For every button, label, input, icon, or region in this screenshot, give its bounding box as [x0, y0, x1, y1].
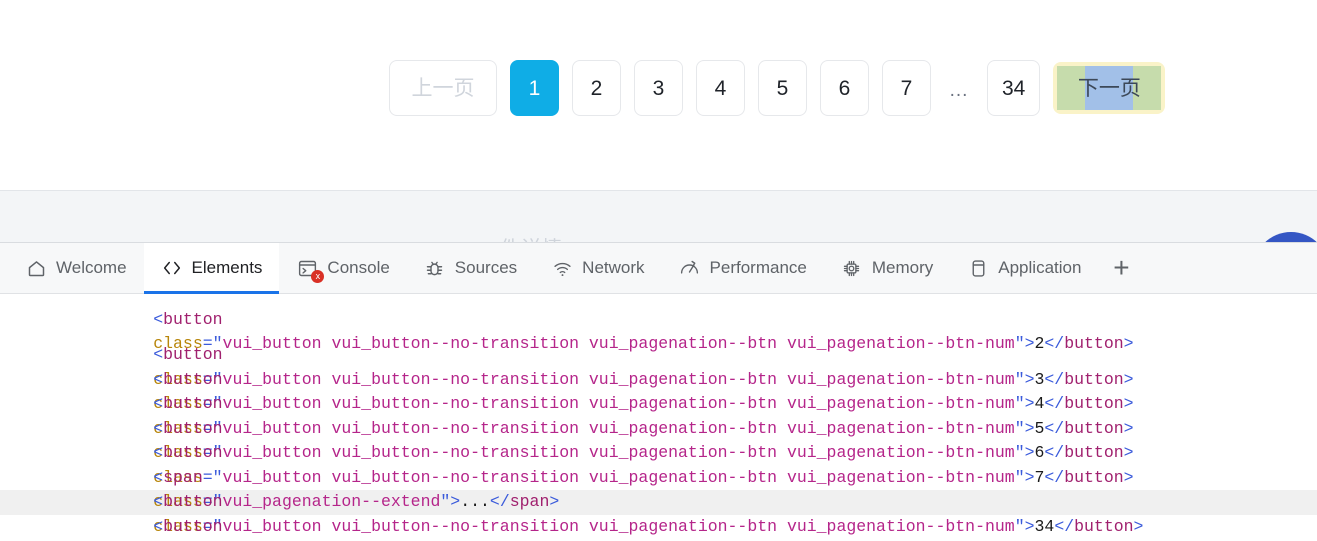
dom-text-1: 3	[1034, 369, 1045, 389]
dom-attr-name-0: class	[153, 334, 203, 353]
tab-memory[interactable]: Memory	[824, 243, 950, 293]
pagination-page-3-button[interactable]: 3	[634, 60, 683, 116]
dom-text-0: 2	[1034, 334, 1045, 353]
tab-network-label: Network	[582, 258, 645, 277]
tab-welcome-label: Welcome	[56, 258, 127, 277]
pagination-page-6-button[interactable]: 6	[820, 60, 869, 116]
tab-memory-label: Memory	[871, 258, 934, 277]
dom-text-3: 5	[1034, 418, 1045, 438]
tab-performance-label: Performance	[709, 258, 807, 277]
tab-application[interactable]: Application	[950, 243, 1098, 293]
pagination-page-5-button[interactable]: 5	[758, 60, 807, 116]
dom-attr-value-7: vui_button vui_button--no-transition vui…	[222, 516, 1015, 536]
dom-attr-value-6: vui_pagenation--extend	[222, 492, 441, 511]
dom-line-clipped[interactable]: <button class="vui_button vui_button--no…	[0, 294, 1317, 354]
tab-performance[interactable]: Performance	[662, 243, 824, 293]
pagination-ellipsis[interactable]: ...	[944, 60, 974, 116]
chip-icon	[841, 257, 863, 279]
devtools-tab-bar: Welcome Elements x Console Sources Netwo…	[0, 243, 1317, 294]
tab-application-label: Application	[998, 258, 1082, 277]
pagination-prev-button[interactable]: 上一页	[389, 60, 497, 116]
dom-attr-value-4: vui_button vui_button--no-transition vui…	[222, 443, 1015, 462]
dom-attr-value-3: vui_button vui_button--no-transition vui…	[222, 418, 1015, 438]
dom-attr-value-2: vui_button vui_button--no-transition vui…	[222, 394, 1015, 413]
pagination-next-button[interactable]: 下一页	[1053, 62, 1166, 114]
add-panel-button[interactable]: +	[1098, 243, 1144, 293]
tab-sources-label: Sources	[454, 258, 518, 277]
pagination-control: 上一页 1 2 3 4 5 6 7 ... 34 下一页	[389, 60, 1166, 116]
pagination-next-label: 下一页	[1077, 76, 1141, 100]
dom-text-6: ...	[460, 492, 490, 511]
tab-console[interactable]: x Console	[279, 243, 406, 293]
console-error-badge: x	[311, 270, 325, 283]
page-bottom-strip	[0, 190, 1317, 242]
tab-sources[interactable]: Sources	[407, 243, 534, 293]
tab-console-label: Console	[327, 258, 390, 277]
code-icon	[161, 257, 183, 279]
pagination-last-page-button[interactable]: 34	[987, 60, 1041, 116]
pagination-page-2-button[interactable]: 2	[572, 60, 621, 116]
dom-attr-value-1: vui_button vui_button--no-transition vui…	[222, 369, 1015, 389]
console-icon: x	[296, 257, 325, 283]
dom-text-7: 34	[1034, 516, 1055, 536]
pagination-page-7-button[interactable]: 7	[882, 60, 931, 116]
application-icon	[967, 257, 989, 279]
wifi-icon	[551, 257, 573, 279]
bug-icon	[424, 257, 446, 279]
tab-elements[interactable]: Elements	[143, 243, 280, 294]
dom-text-2: 4	[1034, 394, 1045, 413]
dom-text-5: 7	[1034, 467, 1045, 487]
web-page-viewport: 上一页 1 2 3 4 5 6 7 ... 34 下一页	[0, 0, 1317, 190]
screen-root: 上一页 1 2 3 4 5 6 7 ... 34 下一页 件详情	[0, 0, 1317, 541]
devtools-panel: Welcome Elements x Console Sources Netwo…	[0, 242, 1317, 541]
tab-welcome[interactable]: Welcome	[8, 243, 144, 293]
pagination-page-4-button[interactable]: 4	[696, 60, 745, 116]
dom-text-4: 6	[1034, 443, 1045, 462]
dom-attr-value-0: vui_button vui_button--no-transition vui…	[222, 334, 1015, 353]
tab-elements-label: Elements	[191, 258, 263, 277]
gauge-icon	[679, 257, 701, 279]
elements-dom-tree[interactable]: <button class="vui_button vui_button--no…	[0, 294, 1317, 541]
home-icon	[25, 257, 47, 279]
pagination-page-1-button[interactable]: 1	[510, 60, 559, 116]
tab-network[interactable]: Network	[534, 243, 661, 293]
dom-attr-value-5: vui_button vui_button--no-transition vui…	[222, 467, 1015, 487]
